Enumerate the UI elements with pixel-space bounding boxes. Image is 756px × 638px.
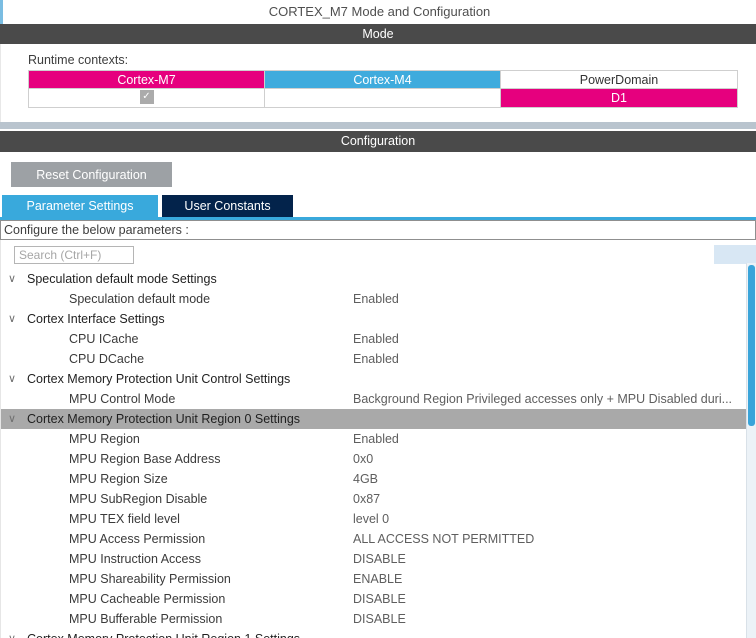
- param-label: MPU Cacheable Permission: [69, 592, 226, 606]
- param-value[interactable]: level 0: [353, 509, 741, 529]
- tree-param-row[interactable]: CPU ICache Enabled: [1, 329, 747, 349]
- tree-param-row[interactable]: MPU Control Mode Background Region Privil…: [1, 389, 747, 409]
- param-value[interactable]: ENABLE: [353, 569, 741, 589]
- chevron-down-icon[interactable]: ∨: [8, 269, 16, 289]
- param-value[interactable]: 4GB: [353, 469, 741, 489]
- group-label: Cortex Memory Protection Unit Control Se…: [27, 372, 291, 386]
- search-input[interactable]: [14, 246, 134, 264]
- chevron-down-icon[interactable]: ∨: [8, 309, 16, 329]
- param-value[interactable]: Enabled: [353, 429, 741, 449]
- param-label: MPU SubRegion Disable: [69, 492, 208, 506]
- section-splitter[interactable]: [0, 122, 756, 129]
- group-label: Cortex Interface Settings: [27, 312, 165, 326]
- cortex-m7-assignment-cell[interactable]: ✓: [29, 89, 265, 107]
- param-value[interactable]: 0x0: [353, 449, 741, 469]
- param-value[interactable]: DISABLE: [353, 609, 741, 629]
- param-label: MPU Bufferable Permission: [69, 612, 223, 626]
- tree-param-row[interactable]: MPU TEX field level level 0: [1, 509, 747, 529]
- mode-section-header: Mode: [0, 24, 756, 44]
- runtime-context-cortex-m4[interactable]: Cortex-M4: [265, 71, 501, 89]
- param-value[interactable]: 0x87: [353, 489, 741, 509]
- tree-group-row[interactable]: ∨ Cortex Memory Protection Unit Region 0 …: [1, 409, 747, 429]
- runtime-context-powerdomain: PowerDomain: [501, 71, 737, 89]
- tree-param-row[interactable]: MPU Region Enabled: [1, 429, 747, 449]
- configuration-section-header: Configuration: [0, 131, 756, 152]
- parameter-settings-panel: ∨ Speculation default mode Settings Specul…: [0, 240, 756, 638]
- reset-configuration-button[interactable]: Reset Configuration: [11, 162, 172, 187]
- top-right-button[interactable]: [714, 245, 756, 264]
- tree-group-row[interactable]: ∨ Speculation default mode Settings: [1, 269, 747, 289]
- scrollbar[interactable]: [746, 263, 756, 638]
- cortex-m4-assignment-cell[interactable]: [265, 89, 501, 107]
- tree-param-row[interactable]: MPU Cacheable Permission DISABLE: [1, 589, 747, 609]
- tree-param-row[interactable]: MPU SubRegion Disable 0x87: [1, 489, 747, 509]
- tree-param-row[interactable]: CPU DCache Enabled: [1, 349, 747, 369]
- tree-group-row[interactable]: ∨ Cortex Memory Protection Unit Region 1 …: [1, 629, 747, 638]
- tree-param-row[interactable]: MPU Shareability Permission ENABLE: [1, 569, 747, 589]
- param-value[interactable]: DISABLE: [353, 549, 741, 569]
- chevron-down-icon[interactable]: ∨: [8, 629, 16, 638]
- param-value[interactable]: Enabled: [353, 329, 741, 349]
- runtime-context-cortex-m7[interactable]: Cortex-M7: [29, 71, 265, 89]
- scrollbar-thumb[interactable]: [748, 265, 755, 426]
- configuration-tabs: Parameter Settings User Constants: [2, 195, 293, 217]
- power-domain-d1-cell[interactable]: D1: [501, 89, 737, 107]
- configure-parameters-hint: Configure the below parameters :: [0, 220, 756, 240]
- tree-param-row[interactable]: MPU Access Permission ALL ACCESS NOT PERM…: [1, 529, 747, 549]
- page-title: CORTEX_M7 Mode and Configuration: [0, 0, 756, 24]
- tree-param-row[interactable]: MPU Region Size 4GB: [1, 469, 747, 489]
- param-label: MPU Shareability Permission: [69, 572, 231, 586]
- param-label: CPU ICache: [69, 332, 139, 346]
- param-value[interactable]: Enabled: [353, 289, 741, 309]
- checked-checkbox-icon[interactable]: ✓: [139, 90, 154, 105]
- param-label: MPU TEX field level: [69, 512, 180, 526]
- cortex-m7-mode-config-panel: CORTEX_M7 Mode and Configuration Mode Ru…: [0, 0, 756, 638]
- param-label: MPU Region Size: [69, 472, 168, 486]
- tab-parameter-settings[interactable]: Parameter Settings: [2, 195, 158, 217]
- param-label: MPU Region: [69, 432, 140, 446]
- tab-user-constants[interactable]: User Constants: [162, 195, 293, 217]
- runtime-contexts-table: Cortex-M7 Cortex-M4 PowerDomain ✓ D1: [28, 70, 738, 108]
- tree-param-row[interactable]: MPU Instruction Access DISABLE: [1, 549, 747, 569]
- group-label: Cortex Memory Protection Unit Region 0 S…: [27, 412, 301, 426]
- param-label: MPU Region Base Address: [69, 452, 221, 466]
- chevron-down-icon[interactable]: ∨: [8, 409, 16, 429]
- parameter-tree: ∨ Speculation default mode Settings Specul…: [1, 269, 747, 638]
- mode-section-body: Runtime contexts: Cortex-M7 Cortex-M4 Po…: [0, 44, 756, 122]
- tree-param-row[interactable]: MPU Bufferable Permission DISABLE: [1, 609, 747, 629]
- tree-param-row[interactable]: Speculation default mode Enabled: [1, 289, 747, 309]
- param-value[interactable]: Enabled: [353, 349, 741, 369]
- param-label: MPU Control Mode: [69, 392, 176, 406]
- param-label: Speculation default mode: [69, 292, 211, 306]
- tree-group-row[interactable]: ∨ Cortex Interface Settings: [1, 309, 747, 329]
- param-label: MPU Access Permission: [69, 532, 206, 546]
- param-value[interactable]: Background Region Privileged accesses on…: [353, 389, 741, 409]
- param-value[interactable]: DISABLE: [353, 589, 741, 609]
- group-label: Speculation default mode Settings: [27, 272, 217, 286]
- param-value[interactable]: ALL ACCESS NOT PERMITTED: [353, 529, 741, 549]
- param-label: CPU DCache: [69, 352, 145, 366]
- chevron-down-icon[interactable]: ∨: [8, 369, 16, 389]
- param-label: MPU Instruction Access: [69, 552, 201, 566]
- tree-group-row[interactable]: ∨ Cortex Memory Protection Unit Control S…: [1, 369, 747, 389]
- tree-param-row[interactable]: MPU Region Base Address 0x0: [1, 449, 747, 469]
- runtime-contexts-label: Runtime contexts:: [28, 53, 129, 67]
- group-label: Cortex Memory Protection Unit Region 1 S…: [27, 629, 300, 638]
